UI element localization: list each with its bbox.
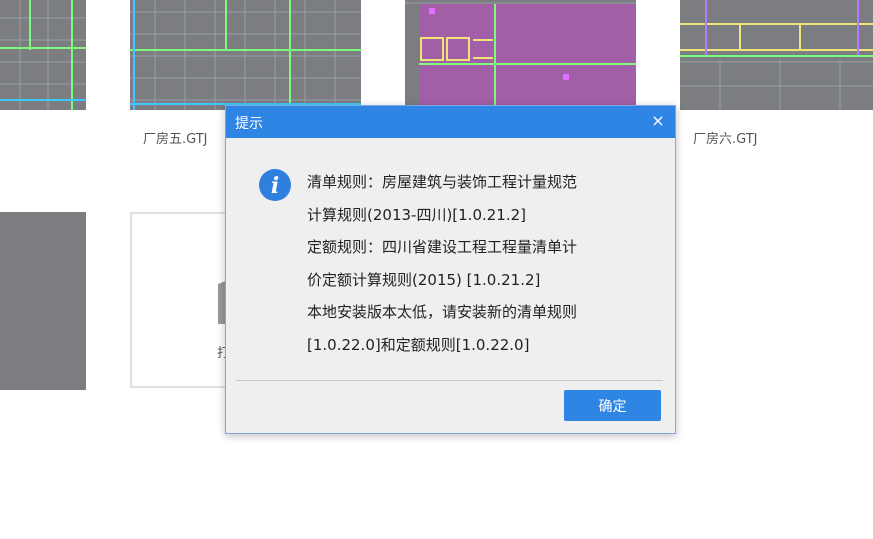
dialog-title-bar[interactable]: 提示 × — [226, 106, 675, 138]
svg-text:i: i — [271, 173, 279, 199]
cad-preview-image — [130, 0, 361, 110]
file-thumbnail-2[interactable] — [130, 0, 361, 110]
prompt-dialog: 提示 × i 清单规则：房屋建筑与装饰工程计量规范 计算规则(2013-四川)[… — [225, 105, 676, 434]
message-line: 价定额计算规则(2015) [1.0.21.2] — [307, 270, 541, 289]
cad-preview-image — [405, 0, 636, 110]
message-line: [1.0.22.0]和定额规则[1.0.22.0] — [307, 335, 530, 354]
file-thumbnail-4[interactable] — [680, 0, 873, 110]
dialog-message: 清单规则：房屋建筑与装饰工程计量规范 计算规则(2013-四川)[1.0.21.… — [307, 166, 647, 361]
dialog-divider — [236, 380, 663, 381]
ok-button[interactable]: 确定 — [564, 390, 661, 421]
close-button[interactable]: × — [647, 110, 669, 132]
message-line: 本地安装版本太低，请安装新的清单规则 — [307, 303, 578, 321]
message-line: 清单规则：房屋建筑与装饰工程计量规范 — [307, 173, 578, 191]
cad-preview-image — [0, 0, 86, 110]
file-thumbnail-1[interactable] — [0, 0, 86, 110]
message-line: 定额规则：四川省建设工程工程量清单计 — [307, 238, 578, 256]
file-thumbnail-5[interactable] — [0, 212, 86, 390]
cad-preview-image — [680, 0, 873, 110]
file-name-label[interactable]: 厂房六.GTJ — [693, 128, 758, 147]
info-icon: i — [259, 169, 291, 201]
file-thumbnail-3[interactable] — [405, 0, 636, 110]
file-name-label[interactable]: 厂房五.GTJ — [143, 128, 208, 147]
dialog-title: 提示 — [235, 116, 263, 132]
message-line: 计算规则(2013-四川)[1.0.21.2] — [307, 205, 527, 224]
